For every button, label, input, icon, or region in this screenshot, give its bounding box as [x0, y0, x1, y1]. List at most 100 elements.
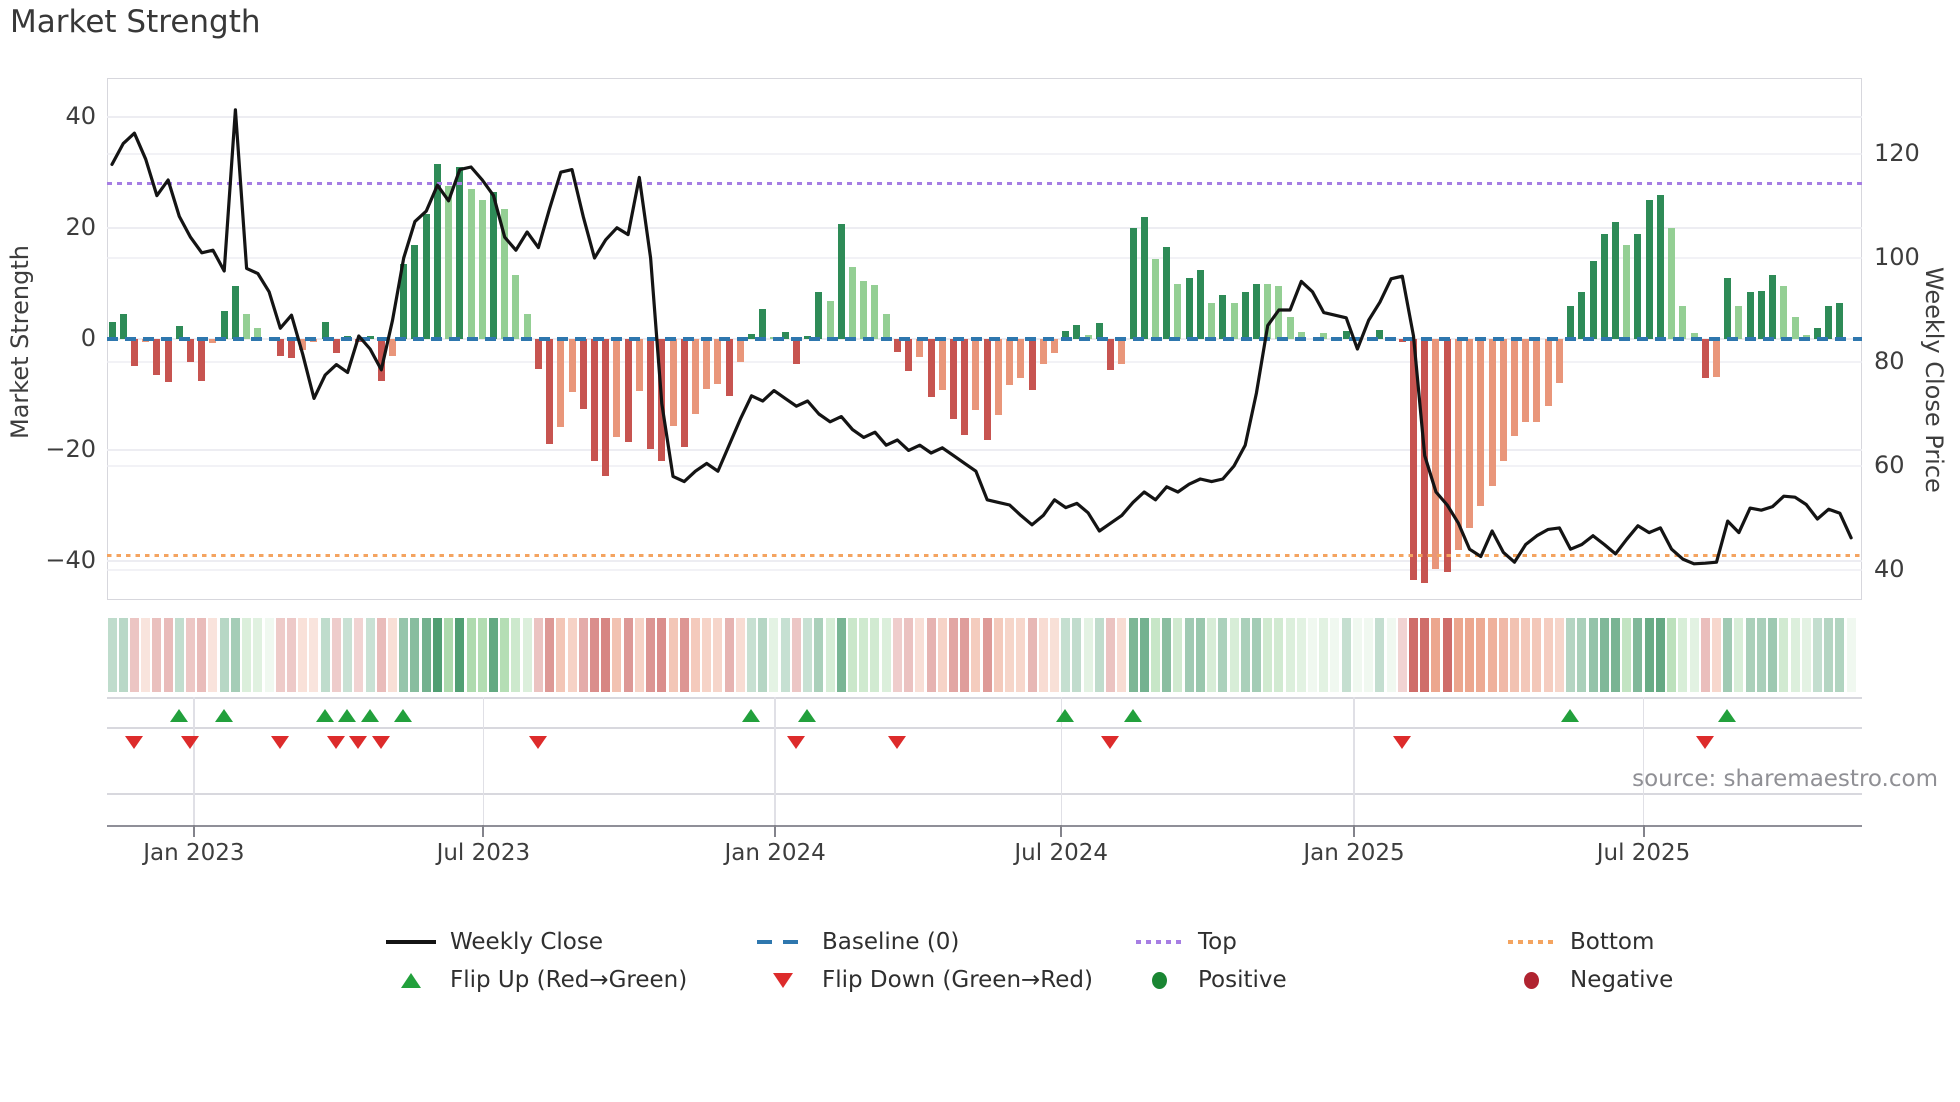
h-gridline: [107, 116, 1862, 118]
heatmap-cell: [825, 618, 835, 692]
flip-up-icon: [385, 972, 437, 988]
heatmap-cell: [432, 618, 442, 692]
strength-bar: [534, 339, 542, 369]
legend-label: Positive: [1198, 967, 1287, 993]
strength-bar: [602, 339, 610, 476]
strength-bar: [1286, 316, 1294, 339]
strength-bar: [1544, 339, 1552, 406]
strength-bar: [512, 275, 520, 339]
heatmap-cell: [1229, 618, 1239, 692]
strength-bar: [1600, 233, 1608, 339]
heatmap-cell: [1341, 618, 1351, 692]
heatmap-cell: [1700, 618, 1710, 692]
heatmap-cell: [702, 618, 712, 692]
v-gridline: [193, 697, 195, 825]
heatmap-cell: [1240, 618, 1250, 692]
heatmap-cell: [264, 618, 274, 692]
heatmap-cell: [1622, 618, 1632, 692]
price-axis-tick-label: 40: [1874, 555, 1905, 583]
heatmap-cell: [1532, 618, 1542, 692]
v-gridline: [482, 697, 485, 825]
strength-bar: [187, 339, 195, 363]
flip-up-marker: [798, 709, 817, 722]
heatmap-cell: [1678, 618, 1688, 692]
x-tick: [1060, 825, 1063, 837]
h-gridline: [107, 449, 1862, 451]
flip-down-marker: [326, 736, 345, 749]
heatmap-cell: [186, 618, 196, 692]
heatmap-cell: [1734, 618, 1744, 692]
heatmap-cell: [1083, 618, 1093, 692]
heatmap-cell: [477, 618, 487, 692]
heatmap-cell: [634, 618, 644, 692]
legend-item-negative: Negative: [1505, 966, 1673, 994]
strength-bar: [1174, 283, 1182, 339]
heatmap-cell: [1723, 618, 1733, 692]
heatmap-cell: [1667, 618, 1677, 692]
heatmap-cell: [769, 618, 779, 692]
x-tick: [1642, 825, 1645, 837]
legend-item-bottom: Bottom: [1505, 928, 1654, 956]
y-axis-tick-label: −40: [45, 546, 96, 574]
heatmap-cell: [163, 618, 173, 692]
heatmap-cell: [1498, 618, 1508, 692]
heatmap-cell: [309, 618, 319, 692]
heatmap-cell: [354, 618, 364, 692]
top-line: [107, 181, 1862, 186]
separator-line: [107, 793, 1862, 795]
strength-bar: [871, 285, 879, 339]
strength-bar: [703, 339, 711, 389]
circle-swatch: [1133, 971, 1185, 989]
strength-bar: [1275, 286, 1283, 339]
strength-bar: [1634, 233, 1642, 339]
strength-bar: [1017, 339, 1025, 378]
heatmap-cell: [230, 618, 240, 692]
heatmap-cell: [1207, 618, 1217, 692]
heatmap-cell: [287, 618, 297, 692]
heatmap-cell: [488, 618, 498, 692]
price-axis-tick-label: 120: [1874, 139, 1920, 167]
heatmap-cell: [298, 618, 308, 692]
heatmap-cell: [926, 618, 936, 692]
heatmap-cell: [455, 618, 465, 692]
price-axis-tick-label: 80: [1874, 347, 1905, 375]
flip-down-marker: [1695, 736, 1714, 749]
heatmap-cell: [1453, 618, 1463, 692]
heatmap-cell: [1352, 618, 1362, 692]
heatmap-cell: [982, 618, 992, 692]
strength-bar: [691, 339, 699, 414]
strength-bar: [613, 339, 621, 438]
x-tick: [192, 825, 195, 837]
x-tick: [774, 825, 777, 837]
heatmap-cell: [320, 618, 330, 692]
strength-bar: [669, 339, 677, 426]
flip-up-marker: [214, 709, 233, 722]
v-gridline: [1642, 697, 1645, 825]
legend-item-positive: Positive: [1133, 966, 1287, 994]
heatmap-cell: [1812, 618, 1822, 692]
heatmap-cell: [1442, 618, 1452, 692]
legend-label: Bottom: [1570, 929, 1655, 955]
strength-bar: [1241, 291, 1249, 339]
heatmap-cell: [993, 618, 1003, 692]
heatmap-cell: [1655, 618, 1665, 692]
heatmap-cell: [668, 618, 678, 692]
heatmap-cell: [1150, 618, 1160, 692]
h-gridline: [107, 227, 1862, 229]
flip-up-marker: [360, 709, 379, 722]
strength-bar: [411, 244, 419, 339]
strength-bar: [950, 339, 957, 420]
heatmap-cell: [1330, 618, 1340, 692]
flip-down-marker: [1392, 736, 1411, 749]
heatmap-cell: [1599, 618, 1609, 692]
strength-bar: [1208, 302, 1216, 339]
legend-label: Negative: [1570, 967, 1674, 993]
strength-bar: [725, 339, 733, 396]
strength-bar: [1196, 269, 1204, 339]
strength-bar: [546, 339, 554, 444]
strength-bar: [882, 314, 890, 339]
y-axis-tick-label: 0: [80, 324, 96, 352]
strength-bar: [433, 164, 441, 339]
v-gridline: [774, 697, 776, 825]
heatmap-cell: [399, 618, 409, 692]
